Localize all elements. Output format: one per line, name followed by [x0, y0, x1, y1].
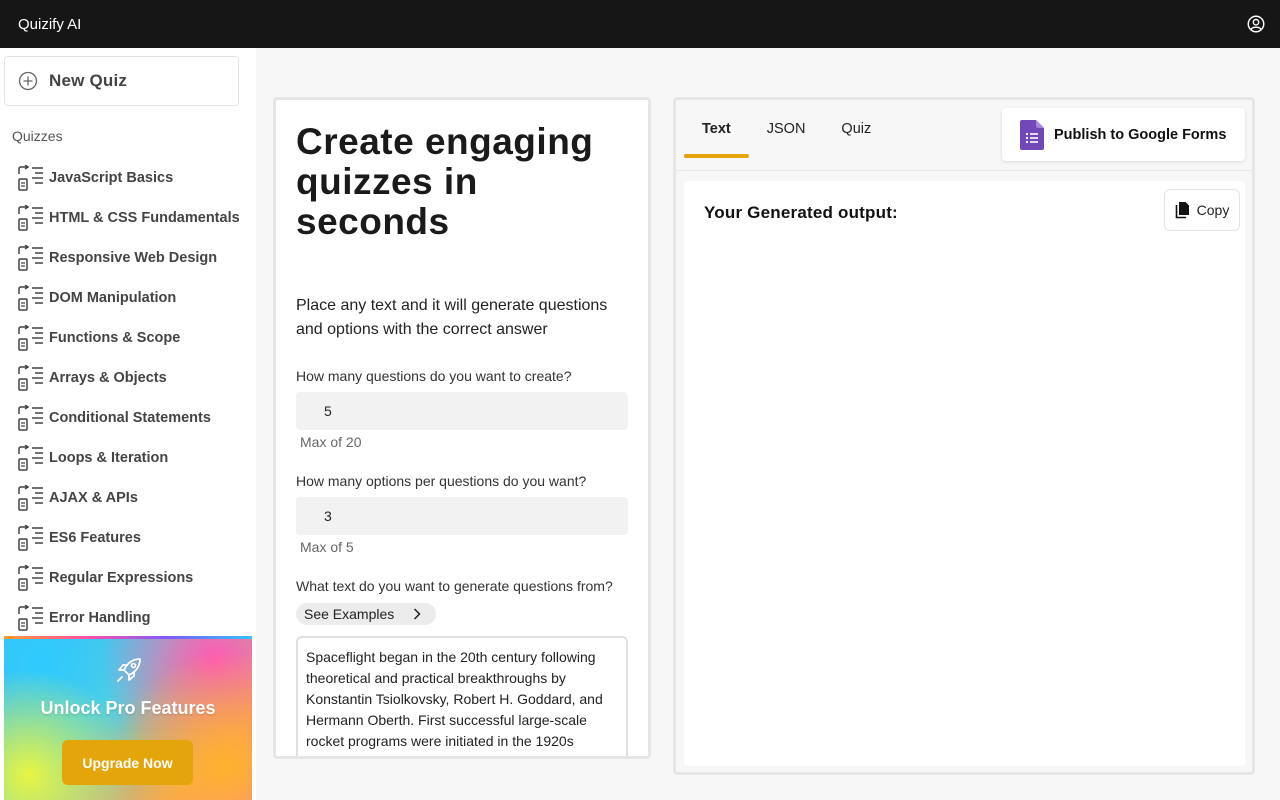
- page-headline: Create engaging quizzes in seconds: [296, 121, 594, 242]
- rocket-icon: [117, 658, 141, 682]
- new-quiz-button[interactable]: New Quiz: [4, 56, 239, 106]
- publish-to-google-forms-button[interactable]: Publish to Google Forms: [1002, 108, 1245, 161]
- upgrade-promo: Unlock Pro Features Upgrade Now: [4, 636, 252, 800]
- tab-quiz[interactable]: Quiz: [823, 100, 889, 158]
- plus-circle-icon: [18, 71, 38, 91]
- options-count-label: How many options per questions do you wa…: [296, 473, 587, 489]
- see-examples-button[interactable]: See Examples: [296, 603, 436, 625]
- sidebar-quiz-label: Regular Expressions: [49, 570, 194, 586]
- copy-label: Copy: [1196, 202, 1230, 218]
- sidebar-quiz-item[interactable]: Regular Expressions: [0, 558, 256, 598]
- sidebar-quiz-item[interactable]: AJAX & APIs: [0, 478, 256, 518]
- output-tabs: Text JSON Quiz: [684, 100, 889, 158]
- sidebar-quiz-item[interactable]: Functions & Scope: [0, 318, 256, 358]
- questions-count-label: How many questions do you want to create…: [296, 368, 572, 384]
- tab-divider: [676, 170, 1252, 171]
- generated-output-card: Your Generated output: Copy: [684, 181, 1245, 766]
- questions-count-input[interactable]: 5: [296, 392, 628, 430]
- questions-count-hint: Max of 20: [300, 434, 362, 450]
- page-subheadline: Place any text and it will generate ques…: [296, 297, 608, 338]
- quiz-list-icon: [18, 605, 43, 631]
- copy-button[interactable]: Copy: [1164, 189, 1240, 231]
- quiz-list-icon: [18, 325, 43, 351]
- sidebar-quiz-item[interactable]: Loops & Iteration: [0, 438, 256, 478]
- tab-json[interactable]: JSON: [749, 100, 824, 158]
- top-bar: Quizify AI: [0, 0, 1280, 48]
- sidebar-quiz-label: Error Handling: [49, 610, 151, 626]
- new-quiz-label: New Quiz: [49, 71, 128, 90]
- promo-title: Unlock Pro Features: [40, 698, 216, 718]
- source-text-area[interactable]: Spaceflight began in the 20th century fo…: [296, 636, 628, 756]
- see-examples-label: See Examples: [304, 606, 395, 622]
- quiz-list-icon: [18, 525, 43, 551]
- sidebar-quiz-label: JavaScript Basics: [49, 170, 174, 186]
- sidebar-quiz-label: Functions & Scope: [49, 330, 181, 346]
- sidebar-quiz-item[interactable]: HTML & CSS Fundamentals: [0, 198, 256, 238]
- sidebar-quiz-item[interactable]: ES6 Features: [0, 518, 256, 558]
- upgrade-now-button[interactable]: Upgrade Now: [62, 740, 193, 785]
- quiz-list-icon: [18, 245, 43, 271]
- sidebar-quiz-label: ES6 Features: [49, 530, 141, 546]
- sidebar-quiz-item[interactable]: Conditional Statements: [0, 398, 256, 438]
- sidebar-quiz-label: DOM Manipulation: [49, 290, 177, 306]
- sidebar: New Quiz Quizzes JavaScript Basics HTML &…: [0, 48, 256, 800]
- quiz-list-icon: [18, 565, 43, 591]
- quiz-list-icon: [18, 445, 43, 471]
- sidebar-quiz-label: Responsive Web Design: [49, 250, 218, 266]
- sidebar-quiz-label: Conditional Statements: [49, 410, 211, 426]
- sidebar-quiz-label: AJAX & APIs: [49, 490, 138, 506]
- sidebar-quiz-label: Arrays & Objects: [49, 370, 167, 386]
- chevron-right-icon: [413, 608, 421, 620]
- app-title[interactable]: Quizify AI: [18, 16, 81, 33]
- output-title: Your Generated output:: [704, 203, 898, 222]
- user-circle-icon[interactable]: [1246, 14, 1266, 34]
- output-panel: Text JSON Quiz Publish to Google Forms Y…: [673, 97, 1255, 775]
- source-text-label: What text do you want to generate questi…: [296, 578, 613, 594]
- quiz-list-icon: [18, 405, 43, 431]
- copy-icon: [1175, 202, 1189, 219]
- sidebar-quiz-item[interactable]: Responsive Web Design: [0, 238, 256, 278]
- quiz-list-icon: [18, 365, 43, 391]
- quiz-list-icon: [18, 165, 43, 191]
- promo-accent-line: [4, 636, 252, 639]
- sidebar-quiz-label: HTML & CSS Fundamentals: [49, 210, 240, 226]
- quiz-list-icon: [18, 285, 43, 311]
- google-forms-icon: [1020, 119, 1044, 150]
- options-count-input[interactable]: 3: [296, 497, 628, 535]
- quiz-list: JavaScript Basics HTML & CSS Fundamentals…: [0, 158, 256, 638]
- sidebar-quiz-item[interactable]: DOM Manipulation: [0, 278, 256, 318]
- quiz-list-icon: [18, 485, 43, 511]
- sidebar-quiz-item[interactable]: JavaScript Basics: [0, 158, 256, 198]
- quiz-form-panel: Create engaging quizzes in seconds Place…: [273, 97, 651, 759]
- sidebar-quiz-item[interactable]: Error Handling: [0, 598, 256, 638]
- quizzes-section-label: Quizzes: [12, 128, 63, 144]
- tab-text[interactable]: Text: [684, 100, 749, 158]
- sidebar-quiz-item[interactable]: Arrays & Objects: [0, 358, 256, 398]
- quiz-list-icon: [18, 205, 43, 231]
- publish-label: Publish to Google Forms: [1054, 126, 1227, 143]
- sidebar-quiz-label: Loops & Iteration: [49, 450, 169, 466]
- options-count-hint: Max of 5: [300, 539, 354, 555]
